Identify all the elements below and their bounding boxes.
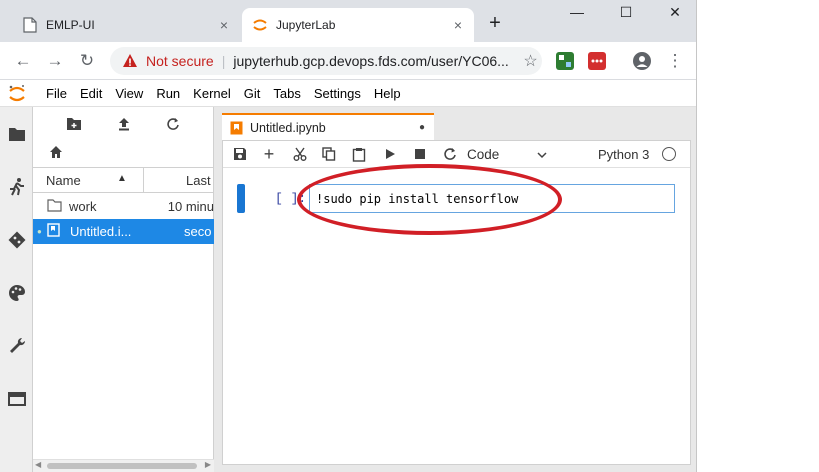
home-icon[interactable] <box>47 145 65 163</box>
jupyter-icon <box>252 17 268 33</box>
tab-jupyterlab[interactable]: JupyterLab × <box>242 8 474 42</box>
file-modified: seco <box>184 224 212 239</box>
column-name[interactable]: Name <box>46 173 81 188</box>
unsaved-dot-icon[interactable]: ● <box>419 122 425 133</box>
menu-edit[interactable]: Edit <box>80 86 102 101</box>
copy-icon[interactable] <box>321 146 337 162</box>
file-name: work <box>69 199 97 214</box>
file-modified: 10 minu <box>167 199 214 214</box>
notebook-icon <box>47 223 63 240</box>
notebook-icon <box>230 121 244 135</box>
new-tab-button[interactable]: + <box>484 12 506 34</box>
cell-type-value: Code <box>467 147 500 162</box>
folder-icon[interactable] <box>6 123 28 145</box>
paste-icon[interactable] <box>351 146 367 162</box>
tabs-icon[interactable] <box>6 388 28 410</box>
extension-icon[interactable] <box>588 52 606 70</box>
back-button[interactable]: ← <box>12 50 34 72</box>
warning-icon <box>122 53 138 69</box>
close-window-button[interactable]: ✕ <box>655 4 695 26</box>
browser-toolbar: ← → ↻ Not secure | jupyterhub.gcp.devops… <box>0 42 696 80</box>
running-icon[interactable] <box>6 176 28 198</box>
annotation-circle <box>297 164 562 235</box>
file-browser: Name ▲ Last work 10 minu ● Untitled.i...… <box>33 107 214 472</box>
browser-window: EMLP-UI × JupyterLab × + — ☐ ✕ ← → ↻ Not… <box>0 0 697 472</box>
menu-view[interactable]: View <box>115 86 143 101</box>
scrollbar-thumb[interactable] <box>47 463 197 469</box>
not-secure-label[interactable]: Not secure <box>146 53 214 69</box>
minimize-button[interactable]: — <box>557 4 597 26</box>
address-separator: | <box>221 53 226 69</box>
sort-ascending-icon[interactable]: ▲ <box>117 173 127 184</box>
folder-icon <box>47 198 62 215</box>
profile-avatar-icon[interactable] <box>633 52 651 70</box>
notebook-tab-title: Untitled.ipynb <box>250 120 326 135</box>
menu-tabs[interactable]: Tabs <box>273 86 300 101</box>
run-icon[interactable] <box>382 146 398 162</box>
menu-git[interactable]: Git <box>244 86 261 101</box>
reload-button[interactable]: ↻ <box>76 50 98 72</box>
tab-strip: EMLP-UI × JupyterLab × + — ☐ ✕ <box>0 0 696 42</box>
stop-icon[interactable] <box>412 146 428 162</box>
browser-menu-icon[interactable]: ⋮ <box>664 50 686 72</box>
scroll-right-icon[interactable]: ▶ <box>205 460 211 469</box>
kernel-name[interactable]: Python 3 <box>598 147 649 162</box>
maximize-button[interactable]: ☐ <box>606 4 646 26</box>
extension-icon[interactable] <box>556 52 574 70</box>
restart-kernel-icon[interactable] <box>442 146 458 162</box>
menu-file[interactable]: File <box>46 86 67 101</box>
tab-title: EMLP-UI <box>46 18 95 32</box>
upload-icon[interactable] <box>115 117 133 135</box>
new-folder-icon[interactable] <box>65 117 83 135</box>
column-divider <box>143 168 144 192</box>
notebook-tab[interactable]: Untitled.ipynb ● <box>222 113 434 140</box>
wrench-icon[interactable] <box>6 335 28 357</box>
close-tab-icon[interactable]: × <box>214 17 234 33</box>
forward-button[interactable]: → <box>44 50 66 72</box>
running-dot-icon: ● <box>37 227 42 236</box>
add-cell-icon[interactable]: + <box>261 144 277 164</box>
file-row-untitled[interactable]: ● Untitled.i... seco <box>33 219 214 244</box>
git-icon[interactable] <box>6 229 28 251</box>
menu-settings[interactable]: Settings <box>314 86 361 101</box>
scroll-left-icon[interactable]: ◀ <box>35 460 41 469</box>
kernel-status-icon <box>662 147 676 161</box>
cell-type-select[interactable]: Code <box>467 145 547 164</box>
active-cell-indicator <box>237 184 245 213</box>
main-dock-area: Untitled.ipynb ● + Code Python 3 []: !s… <box>214 107 696 472</box>
left-sidebar <box>0 107 33 472</box>
save-icon[interactable] <box>232 146 248 162</box>
refresh-icon[interactable] <box>164 117 182 135</box>
bookmark-star-icon[interactable]: ☆ <box>523 51 537 71</box>
palette-icon[interactable] <box>6 282 28 304</box>
menu-help[interactable]: Help <box>374 86 401 101</box>
column-last-modified[interactable]: Last <box>186 173 211 188</box>
close-tab-icon[interactable]: × <box>448 17 468 33</box>
chevron-down-icon <box>537 147 547 162</box>
jupyter-logo-icon <box>0 84 34 104</box>
address-bar[interactable]: Not secure | jupyterhub.gcp.devops.fds.c… <box>110 47 542 75</box>
horizontal-scrollbar[interactable]: ◀ ▶ <box>33 459 214 472</box>
menu-run[interactable]: Run <box>156 86 180 101</box>
tab-title: JupyterLab <box>276 18 336 32</box>
tab-emlp-ui[interactable]: EMLP-UI × <box>12 8 240 42</box>
jupyter-menubar: File Edit View Run Kernel Git Tabs Setti… <box>0 81 696 107</box>
page-icon <box>22 17 38 33</box>
file-list-header: Name ▲ Last <box>33 167 214 193</box>
menu-kernel[interactable]: Kernel <box>193 86 231 101</box>
file-row-work[interactable]: work 10 minu <box>33 194 214 219</box>
cut-icon[interactable] <box>292 146 308 162</box>
file-name: Untitled.i... <box>70 224 132 239</box>
url-text[interactable]: jupyterhub.gcp.devops.fds.com/user/YC06.… <box>233 53 515 69</box>
